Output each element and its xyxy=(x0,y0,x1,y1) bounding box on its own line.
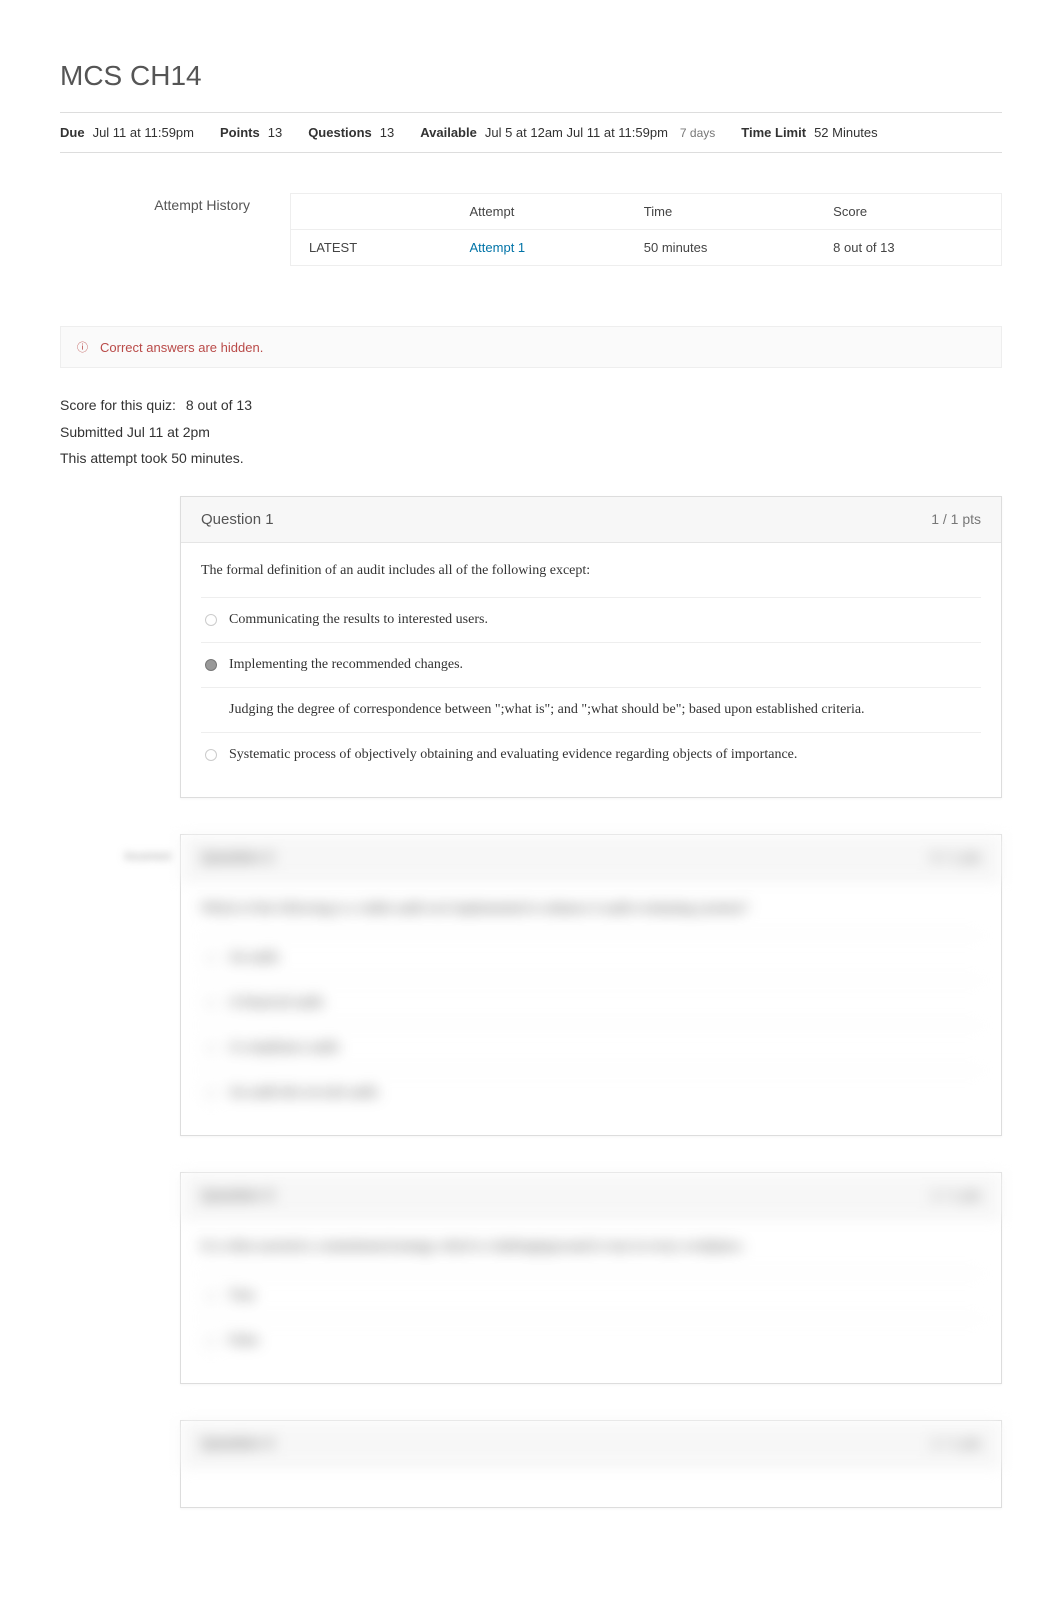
table-header-row: Attempt Time Score xyxy=(291,194,1002,230)
question-text: It is often asserted a commitment/strate… xyxy=(201,1239,981,1255)
answer-option: Judging the degree of correspondence bet… xyxy=(201,687,981,732)
radio-icon xyxy=(205,614,217,626)
summary-score-value: 8 out of 13 xyxy=(186,397,252,413)
meta-due-label: Due xyxy=(60,125,85,140)
summary-duration: This attempt took 50 minutes. xyxy=(60,445,1002,472)
answer-option: A financial audit. xyxy=(201,980,981,1025)
attempt-link[interactable]: Attempt 1 xyxy=(470,240,526,255)
answer-text: A compliance audit. xyxy=(229,1040,341,1055)
meta-points: Points 13 xyxy=(220,125,282,140)
meta-questions-value: 13 xyxy=(380,125,394,140)
question-body xyxy=(181,1467,1001,1507)
attempt-history-section: Attempt History Attempt Time Score LATES… xyxy=(60,193,1002,266)
info-icon: ⓘ xyxy=(77,339,88,355)
answers-list: An audit. A financial audit. A compliance … xyxy=(201,935,981,1115)
radio-icon xyxy=(205,997,217,1009)
attempt-history-title: Attempt History xyxy=(60,193,250,266)
question-points: 1 / 1 pts xyxy=(931,511,981,528)
meta-available-duration: 7 days xyxy=(680,126,715,140)
attempt-history-table: Attempt Time Score LATEST Attempt 1 50 m… xyxy=(290,193,1002,266)
answers-list: True False xyxy=(201,1273,981,1363)
meta-available-value: Jul 5 at 12am Jul 11 at 11:59pm xyxy=(485,125,668,140)
col-blank xyxy=(291,194,452,230)
radio-icon xyxy=(205,1042,217,1054)
quiz-title: MCS CH14 xyxy=(60,60,1002,92)
question-header: Question 1 1 / 1 pts xyxy=(181,497,1001,543)
correct-answers-hidden-notice: ⓘ Correct answers are hidden. xyxy=(60,326,1002,368)
question-text: The formal definition of an audit includ… xyxy=(201,563,981,579)
question-header: Question 2 0 / 1 pts xyxy=(181,835,1001,881)
col-time: Time xyxy=(626,194,815,230)
question-body: The formal definition of an audit includ… xyxy=(181,543,1001,797)
radio-icon xyxy=(205,1290,217,1302)
radio-icon xyxy=(205,1335,217,1347)
question-header: Question 4 1 / 1 pts xyxy=(181,1421,1001,1467)
meta-questions: Questions 13 xyxy=(308,125,394,140)
col-score: Score xyxy=(815,194,1001,230)
answers-list: Communicating the results to interested … xyxy=(201,597,981,777)
row-attempt[interactable]: Attempt 1 xyxy=(452,230,626,266)
question-label: Question 2 xyxy=(201,849,274,866)
quiz-summary: Score for this quiz: 8 out of 13 Submitt… xyxy=(60,392,1002,472)
notice-text: Correct answers are hidden. xyxy=(100,340,263,355)
meta-available: Available Jul 5 at 12am Jul 11 at 11:59p… xyxy=(420,125,668,140)
question-points: 1 / 1 pts xyxy=(931,1187,981,1204)
question-body: It is often asserted a commitment/strate… xyxy=(181,1219,1001,1383)
answer-option: A compliance audit. xyxy=(201,1025,981,1070)
answer-option: True xyxy=(201,1273,981,1318)
meta-due-value: Jul 11 at 11:59pm xyxy=(93,125,194,140)
table-row: LATEST Attempt 1 50 minutes 8 out of 13 xyxy=(291,230,1002,266)
row-latest: LATEST xyxy=(291,230,452,266)
row-score: 8 out of 13 xyxy=(815,230,1001,266)
radio-icon xyxy=(205,659,217,671)
meta-available-label: Available xyxy=(420,125,477,140)
question-points: 0 / 1 pts xyxy=(931,849,981,866)
question-label: Question 3 xyxy=(201,1187,274,1204)
summary-score-label: Score for this quiz: xyxy=(60,397,176,413)
answer-text: Judging the degree of correspondence bet… xyxy=(229,702,865,717)
answer-option: False xyxy=(201,1318,981,1363)
answer-text: An audit-the-records audit. xyxy=(229,1085,380,1100)
question-label: Question 1 xyxy=(201,511,274,528)
question-card: Question 3 1 / 1 pts It is often asserted … xyxy=(180,1172,1002,1384)
row-time: 50 minutes xyxy=(626,230,815,266)
question-text: Which of the following is a viable audit… xyxy=(201,901,981,917)
answer-text: True xyxy=(229,1288,255,1303)
question-points: 1 / 1 pts xyxy=(931,1435,981,1452)
answer-text: Communicating the results to interested … xyxy=(229,612,488,627)
answer-option: An audit. xyxy=(201,935,981,980)
meta-points-value: 13 xyxy=(268,125,282,140)
answer-text: Implementing the recommended changes. xyxy=(229,657,463,672)
grade-badge: Incorrect xyxy=(115,849,171,863)
answer-option: Systematic process of objectively obtain… xyxy=(201,732,981,777)
meta-timelimit-label: Time Limit xyxy=(741,125,806,140)
radio-icon xyxy=(205,1087,217,1099)
meta-points-label: Points xyxy=(220,125,260,140)
question-header: Question 3 1 / 1 pts xyxy=(181,1173,1001,1219)
answer-option: An audit-the-records audit. xyxy=(201,1070,981,1115)
question-card: Question 4 1 / 1 pts xyxy=(180,1420,1002,1508)
summary-submitted: Submitted Jul 11 at 2pm xyxy=(60,419,1002,446)
meta-timelimit: Time Limit 52 Minutes xyxy=(741,125,877,140)
answer-text: False xyxy=(229,1333,259,1348)
radio-icon xyxy=(205,952,217,964)
meta-questions-label: Questions xyxy=(308,125,372,140)
question-card: Question 1 1 / 1 pts The formal definition… xyxy=(180,496,1002,798)
answer-text: Systematic process of objectively obtain… xyxy=(229,747,797,762)
answer-text: An audit. xyxy=(229,950,281,965)
summary-score: Score for this quiz: 8 out of 13 xyxy=(60,392,1002,419)
quiz-meta-bar: Due Jul 11 at 11:59pm Points 13 Question… xyxy=(60,112,1002,153)
question-card: IncorrectQuestion 20 / 1 ptsWhich of the… xyxy=(180,834,1002,1136)
col-attempt: Attempt xyxy=(452,194,626,230)
answer-option: Communicating the results to interested … xyxy=(201,597,981,642)
answer-text: A financial audit. xyxy=(229,995,326,1010)
meta-timelimit-value: 52 Minutes xyxy=(814,125,878,140)
meta-due: Due Jul 11 at 11:59pm xyxy=(60,125,194,140)
question-label: Question 4 xyxy=(201,1435,274,1452)
radio-icon xyxy=(205,749,217,761)
answer-option: Implementing the recommended changes. xyxy=(201,642,981,687)
question-body: Which of the following is a viable audit… xyxy=(181,881,1001,1135)
